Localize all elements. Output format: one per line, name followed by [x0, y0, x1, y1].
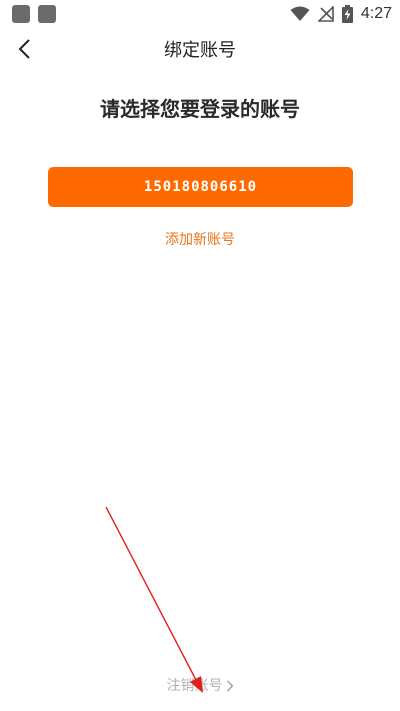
select-account-heading: 请选择您要登录的账号	[100, 97, 300, 121]
wifi-icon	[290, 6, 310, 22]
bind-account-screen: 4:27 绑定账号 请选择您要登录的账号 150180806610 添加新账号 …	[0, 0, 400, 711]
title-bar: 绑定账号	[0, 28, 400, 74]
add-account-link[interactable]: 添加新账号	[0, 229, 400, 251]
status-time: 4:27	[360, 5, 392, 22]
page-title: 绑定账号	[164, 40, 236, 61]
cancel-account-link[interactable]: 注销账号	[0, 675, 400, 697]
no-signal-icon	[317, 6, 334, 22]
status-bar: 4:27	[0, 0, 400, 28]
status-notifications	[12, 5, 56, 23]
account-select-button[interactable]: 150180806610	[48, 167, 353, 207]
battery-charging-icon	[341, 5, 353, 23]
cancel-account-label: 注销账号	[166, 678, 223, 694]
status-system-icons: 4:27	[290, 4, 392, 24]
notification-square-icon	[38, 5, 56, 23]
notification-square-icon	[12, 5, 30, 23]
chevron-right-icon	[226, 680, 234, 692]
account-number: 150180806610	[143, 179, 258, 195]
